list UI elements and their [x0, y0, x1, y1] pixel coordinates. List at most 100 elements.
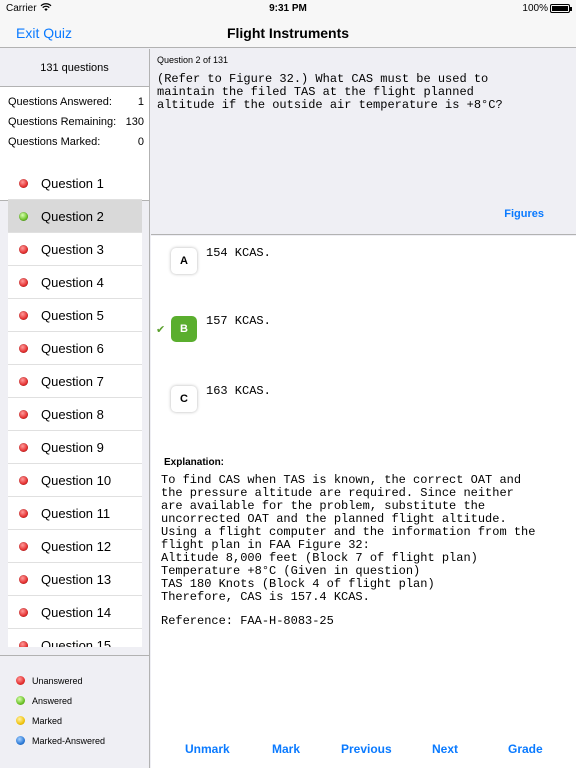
battery-icon — [550, 4, 572, 13]
status-dot-icon — [19, 575, 28, 584]
previous-button[interactable]: Previous — [341, 742, 392, 756]
status-dot-icon — [19, 212, 28, 221]
legend-dot-icon — [16, 736, 25, 745]
status-dot-icon — [19, 542, 28, 551]
stat-answered: Questions Answered: 1 — [0, 91, 149, 111]
legend-item: Marked-Answered — [0, 731, 149, 751]
battery-percent: 100% — [522, 3, 548, 14]
question-list-item[interactable]: Question 14 — [8, 596, 142, 629]
status-dot-icon — [19, 443, 28, 452]
stat-label: Questions Answered: — [8, 96, 112, 108]
question-list-label: Question 8 — [41, 407, 104, 422]
question-list-label: Question 7 — [41, 374, 104, 389]
status-dot-icon — [19, 344, 28, 353]
status-dot-icon — [19, 410, 28, 419]
question-list-item[interactable]: Question 7 — [8, 365, 142, 398]
answer-text: 154 KCAS. — [206, 246, 271, 260]
answer-option-b[interactable]: ✔ B 157 KCAS. — [151, 314, 576, 356]
stat-value: 1 — [137, 96, 144, 108]
legend-item: Unanswered — [0, 671, 149, 691]
legend-dot-icon — [16, 716, 25, 725]
question-list-label: Question 12 — [41, 539, 112, 554]
main-content: Question 2 of 131 (Refer to Figure 32.) … — [151, 49, 576, 768]
question-list-label: Question 14 — [41, 605, 112, 620]
question-list-item[interactable]: Question 13 — [8, 563, 142, 596]
figures-button[interactable]: Figures — [504, 208, 544, 220]
question-list-item[interactable]: Question 9 — [8, 431, 142, 464]
page-title: Flight Instruments — [226, 25, 350, 41]
legend-label: Unanswered — [32, 676, 83, 686]
question-list-item[interactable]: Question 11 — [8, 497, 142, 530]
status-dot-icon — [19, 179, 28, 188]
question-count: 131 questions — [0, 49, 149, 87]
legend-dot-icon — [16, 676, 25, 685]
bottom-toolbar: Unmark Mark Previous Next Grade — [151, 733, 576, 768]
stat-label: Questions Remaining: — [8, 116, 117, 128]
question-list-label: Question 5 — [41, 308, 104, 323]
answer-text: 157 KCAS. — [206, 314, 271, 328]
status-dot-icon — [19, 509, 28, 518]
question-number: Question 2 of 131 — [157, 55, 229, 65]
question-list-label: Question 11 — [41, 506, 111, 521]
legend-item: Answered — [0, 691, 149, 711]
question-list-item[interactable]: Question 6 — [8, 332, 142, 365]
question-list-item[interactable]: Question 4 — [8, 266, 142, 299]
stat-marked: Questions Marked: 0 — [0, 131, 149, 151]
legend-item: Marked — [0, 711, 149, 731]
status-dot-icon — [19, 245, 28, 254]
status-dot-icon — [19, 278, 28, 287]
answer-text: 163 KCAS. — [206, 384, 271, 398]
stat-remaining: Questions Remaining: 130 — [0, 111, 149, 131]
question-list-item[interactable]: Question 12 — [8, 530, 142, 563]
status-dot-icon — [19, 311, 28, 320]
legend-label: Marked — [32, 716, 63, 726]
question-text: (Refer to Figure 32.) What CAS must be u… — [157, 72, 503, 112]
legend-label: Marked-Answered — [32, 736, 106, 746]
unmark-button[interactable]: Unmark — [185, 742, 230, 756]
question-list-item[interactable]: Question 3 — [8, 233, 142, 266]
answer-option-c[interactable]: C 163 KCAS. — [151, 384, 576, 426]
status-dot-icon — [19, 608, 28, 617]
question-list-item[interactable]: Question 5 — [8, 299, 142, 332]
stat-value: 130 — [125, 116, 144, 128]
sidebar: 131 questions Questions Answered: 1 Ques… — [0, 49, 150, 768]
question-list-label: Question 13 — [41, 572, 112, 587]
answer-option-a[interactable]: A 154 KCAS. — [151, 246, 576, 288]
answer-letter: A — [171, 248, 197, 274]
explanation-title: Explanation: — [164, 457, 225, 468]
status-dot-icon — [19, 476, 28, 485]
grade-button[interactable]: Grade — [508, 742, 543, 756]
question-list-item[interactable]: Question 2 — [8, 200, 142, 233]
mark-button[interactable]: Mark — [272, 742, 300, 756]
answer-letter: C — [171, 386, 197, 412]
question-list-label: Question 3 — [41, 242, 104, 257]
question-pane: Question 2 of 131 (Refer to Figure 32.) … — [151, 49, 576, 235]
question-list-item[interactable]: Question 1 — [8, 167, 142, 200]
question-list-label: Question 9 — [41, 440, 104, 455]
nav-bar: Exit Quiz Flight Instruments — [0, 18, 576, 48]
question-list-label: Question 1 — [41, 176, 104, 191]
question-list-item[interactable]: Question 15 — [8, 629, 142, 647]
explanation-text: To find CAS when TAS is known, the corre… — [161, 473, 536, 604]
question-list-label: Question 2 — [41, 209, 104, 224]
question-list-label: Question 4 — [41, 275, 104, 290]
legend-label: Answered — [32, 696, 73, 706]
reference-text: Reference: FAA-H-8083-25 — [161, 614, 334, 628]
question-list-item[interactable]: Question 10 — [8, 464, 142, 497]
legend-dot-icon — [16, 696, 25, 705]
question-list-label: Question 10 — [41, 473, 112, 488]
clock: 9:31 PM — [269, 3, 307, 14]
question-list[interactable]: Question 1 Question 2 Question 3 Question 4… — [8, 167, 142, 647]
next-button[interactable]: Next — [432, 742, 458, 756]
answer-letter: B — [171, 316, 197, 342]
status-dot-icon — [19, 377, 28, 386]
question-list-label: Question 15 — [41, 638, 112, 647]
stat-label: Questions Marked: — [8, 136, 101, 148]
legend: Unanswered Answered Marked Marked-Answered — [0, 655, 149, 768]
question-list-label: Question 6 — [41, 341, 104, 356]
status-dot-icon — [19, 641, 28, 647]
checkmark-icon: ✔ — [156, 324, 166, 336]
question-list-item[interactable]: Question 8 — [8, 398, 142, 431]
answers-pane: A 154 KCAS. ✔ B 157 KCAS. C 163 KCAS. Ex… — [151, 236, 576, 768]
stat-value: 0 — [137, 136, 144, 148]
